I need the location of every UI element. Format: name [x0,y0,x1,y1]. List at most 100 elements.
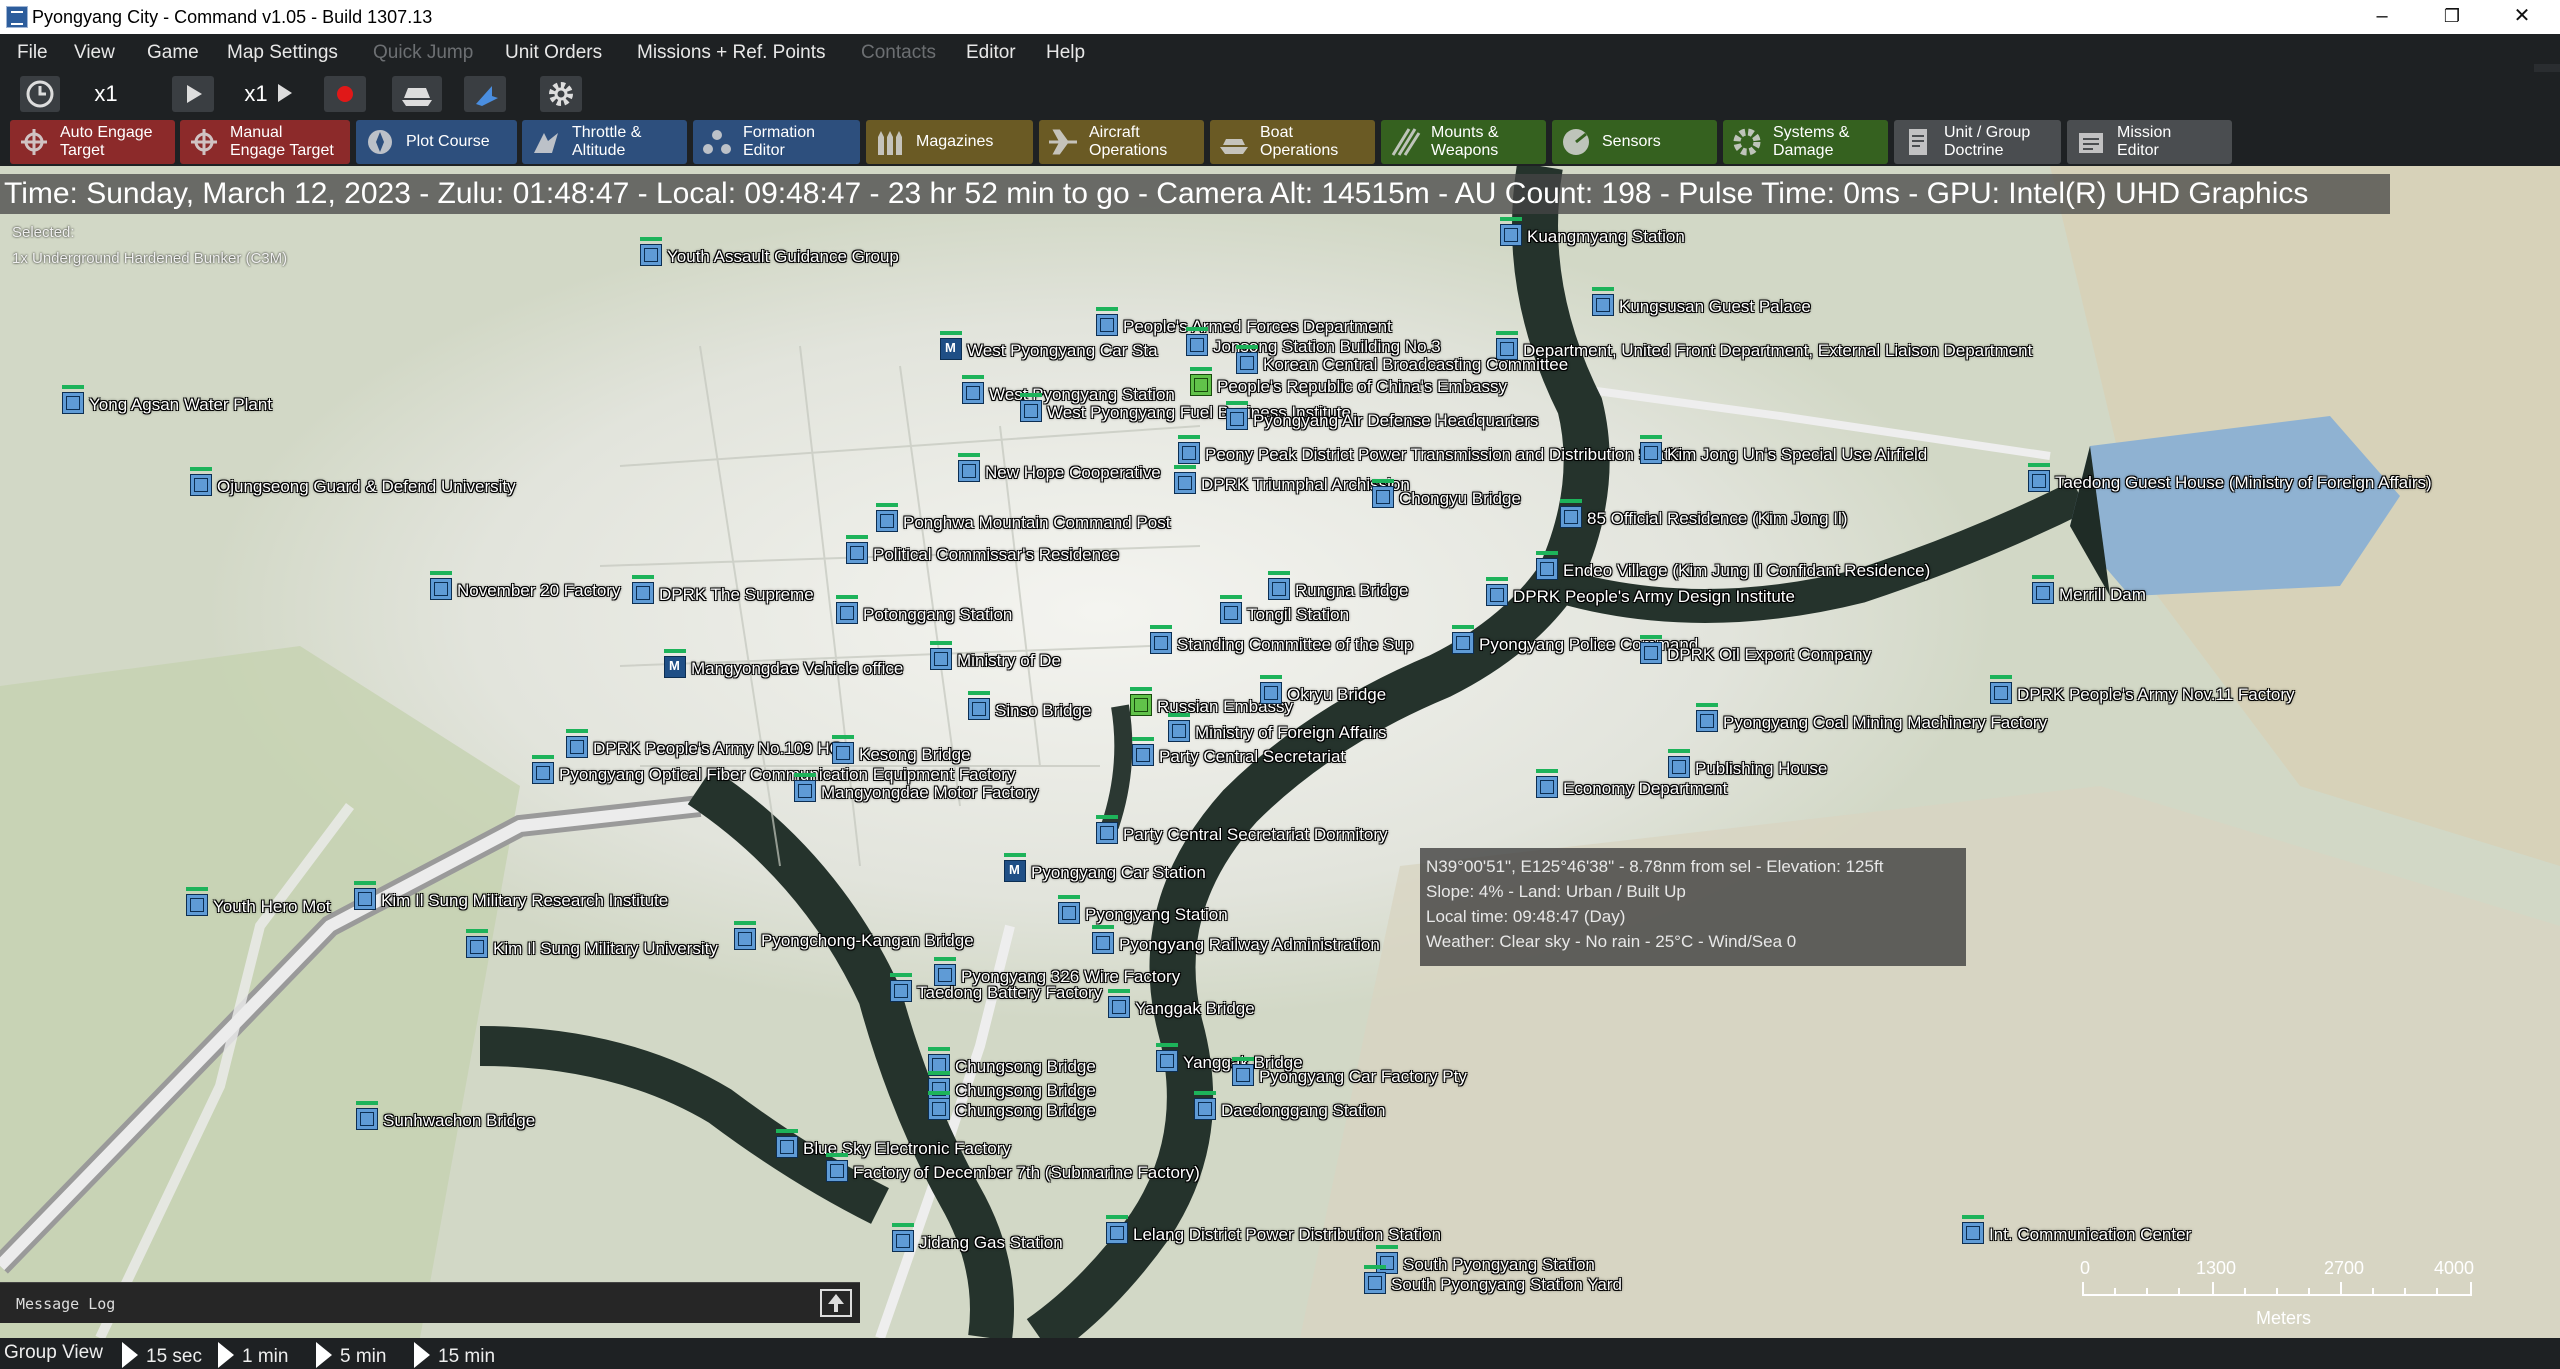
gear-icon[interactable] [540,76,582,112]
magazines-button[interactable]: Magazines [866,120,1033,164]
aircraft-operations-button[interactable]: Aircraft Operations [1039,120,1204,164]
unit-marker[interactable]: Mangyongdae Vehicle office [664,649,903,679]
minimize-button[interactable]: – [2354,0,2410,34]
plot-course-button[interactable]: Plot Course [356,120,517,164]
time-step-1min[interactable]: 1 min [218,1342,288,1368]
unit-marker[interactable]: 85 Official Residence (Kim Jong Il) [1560,499,1847,529]
unit-marker[interactable]: November 20 Factory [430,571,620,601]
unit-marker[interactable]: Pyongyang Station [1058,895,1228,925]
menu-contacts[interactable]: Contacts [861,42,936,64]
unit-marker[interactable]: Yanggak Bridge [1108,989,1255,1019]
unit-marker[interactable]: People's Republic of China's Embassy [1190,367,1507,397]
unit-marker[interactable]: Pyongyang Air Defense Headquarters [1226,401,1538,431]
unit-marker[interactable]: West Pyongyang Car Sta [940,331,1158,361]
menu-missions[interactable]: Missions + Ref. Points [637,42,826,64]
unit-marker[interactable]: Jidang Gas Station [892,1223,1063,1253]
unit-marker[interactable]: Int. Communication Center [1962,1215,2191,1245]
systems-damage-button[interactable]: Systems & Damage [1723,120,1888,164]
formation-editor-button[interactable]: Formation Editor [693,120,860,164]
time-step-15min[interactable]: 15 min [414,1342,495,1368]
unit-marker[interactable]: Lelang District Power Distribution Stati… [1106,1215,1441,1245]
clock-icon[interactable] [20,76,60,112]
unit-marker[interactable]: Pyongchong-Kangan Bridge [734,921,974,951]
unit-marker[interactable]: New Hope Cooperative [958,453,1161,483]
unit-marker[interactable]: Potonggang Station [836,595,1012,625]
unit-marker[interactable]: Kungsusan Guest Palace [1592,287,1811,317]
unit-marker[interactable]: Political Commissar's Residence [846,535,1119,565]
unit-marker[interactable]: Mangyongdae Motor Factory [794,773,1038,803]
unit-marker[interactable]: Ministry of Foreign Affairs [1168,713,1386,743]
unit-marker[interactable]: Kim Il Sung Military University [466,929,718,959]
unit-marker[interactable]: Taedong Battery Factory [890,973,1102,1003]
tactical-map[interactable]: Youth Assault Guidance Group Kuangmyang … [0,166,2560,1338]
unit-marker[interactable]: Chongyu Bridge [1372,479,1521,509]
unit-marker[interactable]: DPRK The Supreme [632,575,814,605]
boat-operations-button[interactable]: Boat Operations [1210,120,1375,164]
throttle-altitude-button[interactable]: Throttle & Altitude [522,120,687,164]
menu-help[interactable]: Help [1046,42,1085,64]
expand-log-button[interactable] [820,1289,852,1317]
step-button[interactable]: x1 [232,76,308,112]
unit-marker[interactable]: Okryu Bridge [1260,675,1386,705]
unit-marker[interactable]: Merrill Dam [2032,575,2146,605]
unit-marker[interactable]: Kuangmyang Station [1500,217,1685,247]
unit-marker[interactable]: Chungsong Bridge [928,1091,1096,1121]
unit-marker[interactable]: Ponghwa Mountain Command Post [876,503,1170,533]
unit-marker[interactable]: Ministry of De [930,641,1061,671]
message-log[interactable]: Message Log [0,1282,860,1323]
unit-marker[interactable]: Korean Central Broadcasting Committee [1236,345,1568,375]
unit-marker[interactable]: Party Central Secretariat [1132,737,1345,767]
unit-marker[interactable]: DPRK People's Army Design Institute [1486,577,1795,607]
unit-marker[interactable]: DPRK People's Army No.109 HQ [566,729,843,759]
pointer-icon[interactable] [464,76,506,112]
unit-marker[interactable]: Taedong Guest House (Ministry of Foreign… [2028,463,2432,493]
ship-icon[interactable] [392,76,442,112]
group-view-toggle[interactable]: Group View [4,1342,103,1364]
unit-group-doctrine-button[interactable]: Unit / Group Doctrine [1894,120,2061,164]
unit-marker[interactable]: Department, United Front Department, Ext… [1496,331,2032,361]
unit-marker[interactable]: Standing Committee of the Sup [1150,625,1413,655]
mounts-weapons-button[interactable]: Mounts & Weapons [1381,120,1546,164]
unit-marker[interactable]: DPRK Oil Export Company [1640,635,1871,665]
unit-marker[interactable]: Blue Sky Electronic Factory [776,1129,1011,1159]
menu-quick-jump[interactable]: Quick Jump [373,42,473,64]
unit-marker[interactable]: Daedonggang Station [1194,1091,1385,1121]
menu-map-settings[interactable]: Map Settings [227,42,338,64]
unit-marker[interactable]: Youth Assault Guidance Group [640,237,899,267]
unit-marker[interactable]: Pyongyang Railway Administration [1092,925,1380,955]
time-step-15sec[interactable]: 15 sec [122,1342,202,1368]
unit-marker[interactable]: Kim Il Sung Military Research Institute [354,881,668,911]
unit-marker[interactable]: Sunhwachon Bridge [356,1101,535,1131]
unit-marker[interactable]: DPRK People's Army Nov.11 Factory [1990,675,2295,705]
menu-editor[interactable]: Editor [966,42,1016,64]
play-button[interactable] [172,76,214,112]
unit-marker[interactable]: Pyongyang Car Factory Pty [1232,1057,1467,1087]
time-step-5min[interactable]: 5 min [316,1342,386,1368]
unit-marker[interactable]: Tongil Station [1220,595,1349,625]
menu-view[interactable]: View [74,42,115,64]
mission-editor-button[interactable]: Mission Editor [2067,120,2232,164]
menu-unit-orders[interactable]: Unit Orders [505,42,602,64]
unit-marker[interactable]: Youth Hero Mot [186,887,331,917]
sensors-button[interactable]: Sensors [1552,120,1717,164]
unit-marker[interactable]: Chungsong Bridge [928,1047,1096,1077]
unit-marker[interactable]: Kim Jong Un's Special Use Airfield [1640,435,1927,465]
unit-marker[interactable]: Pyongyang Car Station [1004,853,1206,883]
menu-game[interactable]: Game [147,42,199,64]
menu-file[interactable]: File [17,42,48,64]
unit-marker[interactable]: Yong Agsan Water Plant [62,385,272,415]
auto-engage-button[interactable]: Auto Engage Target [10,120,175,164]
unit-marker[interactable]: Endeo Village (Kim Jung Il Confidant Res… [1536,551,1930,581]
close-button[interactable]: ✕ [2494,0,2550,34]
unit-marker[interactable]: South Pyongyang Station Yard [1364,1265,1622,1295]
unit-marker[interactable]: Ojungseong Guard & Defend University [190,467,516,497]
unit-marker[interactable]: Peony Peak District Power Transmission a… [1178,435,1692,465]
record-button[interactable] [324,76,366,112]
unit-marker[interactable]: Rungna Bridge [1268,571,1408,601]
maximize-button[interactable]: ❐ [2424,0,2480,34]
unit-marker[interactable]: Factory of December 7th (Submarine Facto… [826,1153,1200,1183]
unit-marker[interactable]: Sinso Bridge [968,691,1091,721]
unit-marker[interactable]: Pyongyang Coal Mining Machinery Factory [1696,703,2047,733]
unit-marker[interactable]: Economy Department [1536,769,1727,799]
unit-marker[interactable]: Party Central Secretariat Dormitory [1096,815,1388,845]
